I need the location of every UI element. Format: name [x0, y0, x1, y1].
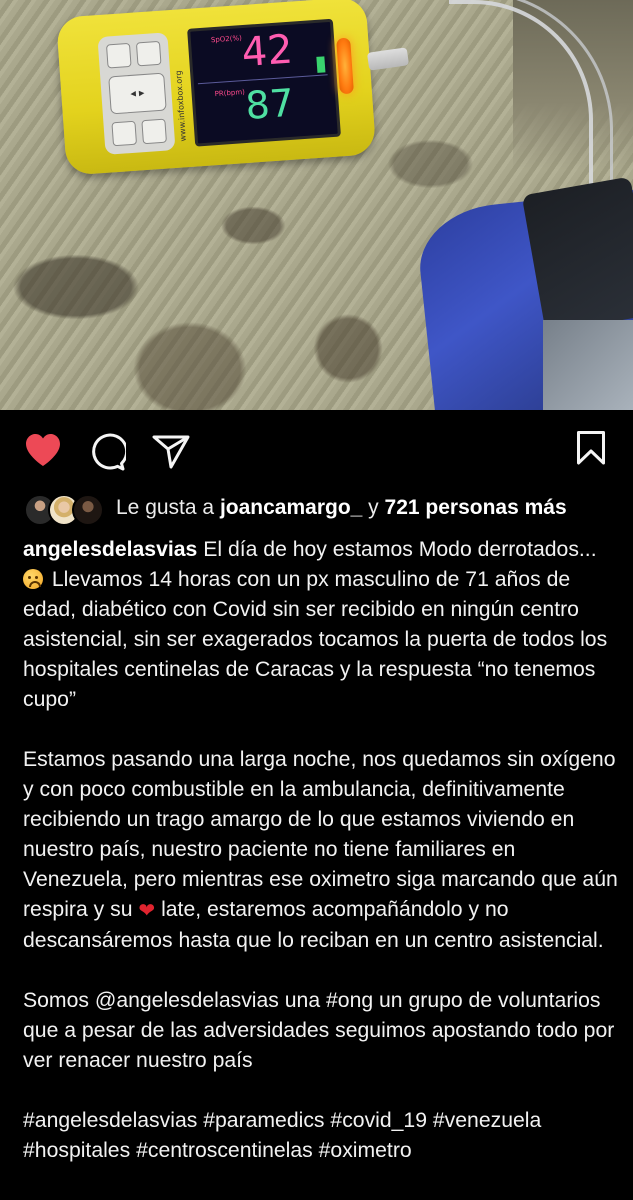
signal-bar — [316, 56, 326, 73]
bookmark-icon[interactable] — [576, 430, 606, 466]
post-photo[interactable]: ◂ ▸ www.infoxbox.org SpO2(%) 42 PR(bpm) … — [0, 0, 633, 410]
caption-hashtags[interactable]: #angelesdelasvias #paramedics #covid_19 … — [23, 1106, 623, 1166]
spo2-label: SpO2(%) — [210, 34, 243, 45]
oximeter-key — [141, 118, 167, 145]
liker-username[interactable]: joancamargo_ — [220, 496, 362, 519]
avatar — [72, 494, 104, 526]
likes-count[interactable]: 721 personas más — [385, 496, 567, 519]
oximeter-key — [135, 40, 162, 67]
spo2-value: 42 — [240, 26, 295, 77]
likes-connector: y — [368, 496, 379, 519]
likes-prefix: Le gusta a — [116, 496, 215, 519]
red-heart-icon: ❤ — [138, 900, 156, 922]
caption-line-2: Llevamos 14 horas con un px masculino de… — [23, 568, 608, 711]
oximeter-led — [336, 37, 354, 95]
likes-text: Le gusta a joancamargo_ y 721 personas m… — [116, 496, 567, 520]
comment-icon[interactable] — [88, 433, 126, 471]
hashtags[interactable]: #angelesdelasvias #paramedics #covid_19 … — [23, 1109, 541, 1162]
caption-paragraph-2: Estamos pasando una larga noche, nos que… — [23, 745, 623, 956]
heart-icon[interactable] — [24, 432, 62, 468]
pr-value: 87 — [244, 80, 296, 128]
author-username[interactable]: angelesdelasvias — [23, 538, 197, 561]
stretcher-frame — [543, 320, 633, 410]
oximeter-keypad: ◂ ▸ — [97, 32, 176, 155]
caption-para2-a: Estamos pasando una larga noche, nos que… — [23, 748, 618, 921]
sad-face-icon — [23, 569, 43, 589]
caption-line-1: El día de hoy estamos Modo derrotados... — [203, 538, 597, 561]
likes-summary[interactable]: Le gusta a joancamargo_ y 721 personas m… — [24, 494, 624, 526]
share-icon[interactable] — [152, 434, 190, 470]
caption-para3: Somos @angelesdelasvias una #ong un grup… — [23, 989, 615, 1072]
pr-label: PR(bpm) — [214, 88, 246, 99]
post-caption: angelesdelasvias El día de hoy estamos M… — [23, 535, 623, 1166]
pulse-oximeter: ◂ ▸ www.infoxbox.org SpO2(%) 42 PR(bpm) … — [56, 0, 377, 176]
oximeter-connector — [366, 47, 410, 71]
oximeter-key — [111, 120, 138, 147]
caption-paragraph-1: angelesdelasvias El día de hoy estamos M… — [23, 535, 623, 715]
oximeter-dpad: ◂ ▸ — [108, 72, 167, 115]
caption-paragraph-3: Somos @angelesdelasvias una #ong un grup… — [23, 986, 623, 1076]
oximeter-key — [105, 42, 132, 69]
oximeter-screen: SpO2(%) 42 PR(bpm) 87 — [187, 18, 341, 147]
